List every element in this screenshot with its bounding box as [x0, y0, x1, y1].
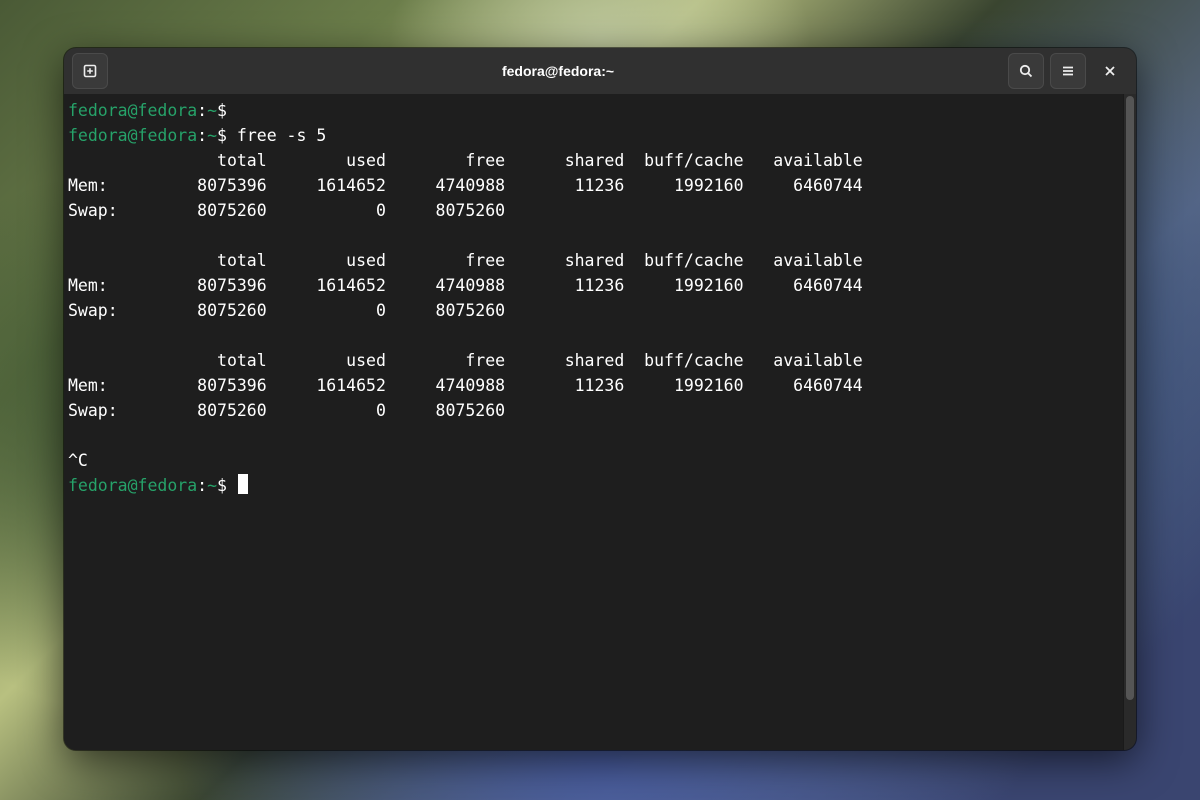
prompt-symbol: $	[217, 476, 227, 495]
prompt-path: ~	[207, 126, 217, 145]
new-tab-button[interactable]	[72, 53, 108, 89]
prompt-symbol: $	[217, 101, 227, 120]
terminal-content[interactable]: fedora@fedora:~$ fedora@fedora:~$ free -…	[64, 94, 1123, 750]
close-button[interactable]	[1092, 53, 1128, 89]
prompt-symbol: $	[217, 126, 227, 145]
free-swap-row: Swap: 8075260 0 8075260	[68, 201, 505, 220]
free-header: total used free shared buff/cache availa…	[68, 351, 863, 370]
terminal-cursor	[238, 474, 248, 494]
prompt-user-host: fedora@fedora	[68, 101, 197, 120]
prompt-user-host: fedora@fedora	[68, 126, 197, 145]
free-swap-row: Swap: 8075260 0 8075260	[68, 401, 505, 420]
hamburger-icon	[1060, 63, 1076, 79]
free-swap-row: Swap: 8075260 0 8075260	[68, 301, 505, 320]
free-header: total used free shared buff/cache availa…	[68, 251, 863, 270]
new-tab-icon	[82, 63, 98, 79]
search-button[interactable]	[1008, 53, 1044, 89]
window-title: fedora@fedora:~	[108, 63, 1008, 79]
desktop-wallpaper: fedora@fedora:~	[0, 0, 1200, 800]
free-header: total used free shared buff/cache availa…	[68, 151, 863, 170]
free-mem-row: Mem: 8075396 1614652 4740988 11236 19921…	[68, 376, 863, 395]
scrollbar-thumb[interactable]	[1126, 96, 1134, 700]
titlebar: fedora@fedora:~	[64, 48, 1136, 94]
free-mem-row: Mem: 8075396 1614652 4740988 11236 19921…	[68, 176, 863, 195]
prompt-separator: :	[197, 476, 207, 495]
close-icon	[1103, 64, 1117, 78]
free-mem-row: Mem: 8075396 1614652 4740988 11236 19921…	[68, 276, 863, 295]
menu-button[interactable]	[1050, 53, 1086, 89]
command-free: free -s 5	[237, 126, 326, 145]
prompt-separator: :	[197, 126, 207, 145]
prompt-user-host: fedora@fedora	[68, 476, 197, 495]
scrollbar-track[interactable]	[1123, 94, 1136, 750]
search-icon	[1018, 63, 1034, 79]
prompt-separator: :	[197, 101, 207, 120]
prompt-path: ~	[207, 101, 217, 120]
prompt-path: ~	[207, 476, 217, 495]
terminal-window: fedora@fedora:~	[64, 48, 1136, 750]
interrupt-signal: ^C	[68, 451, 88, 470]
